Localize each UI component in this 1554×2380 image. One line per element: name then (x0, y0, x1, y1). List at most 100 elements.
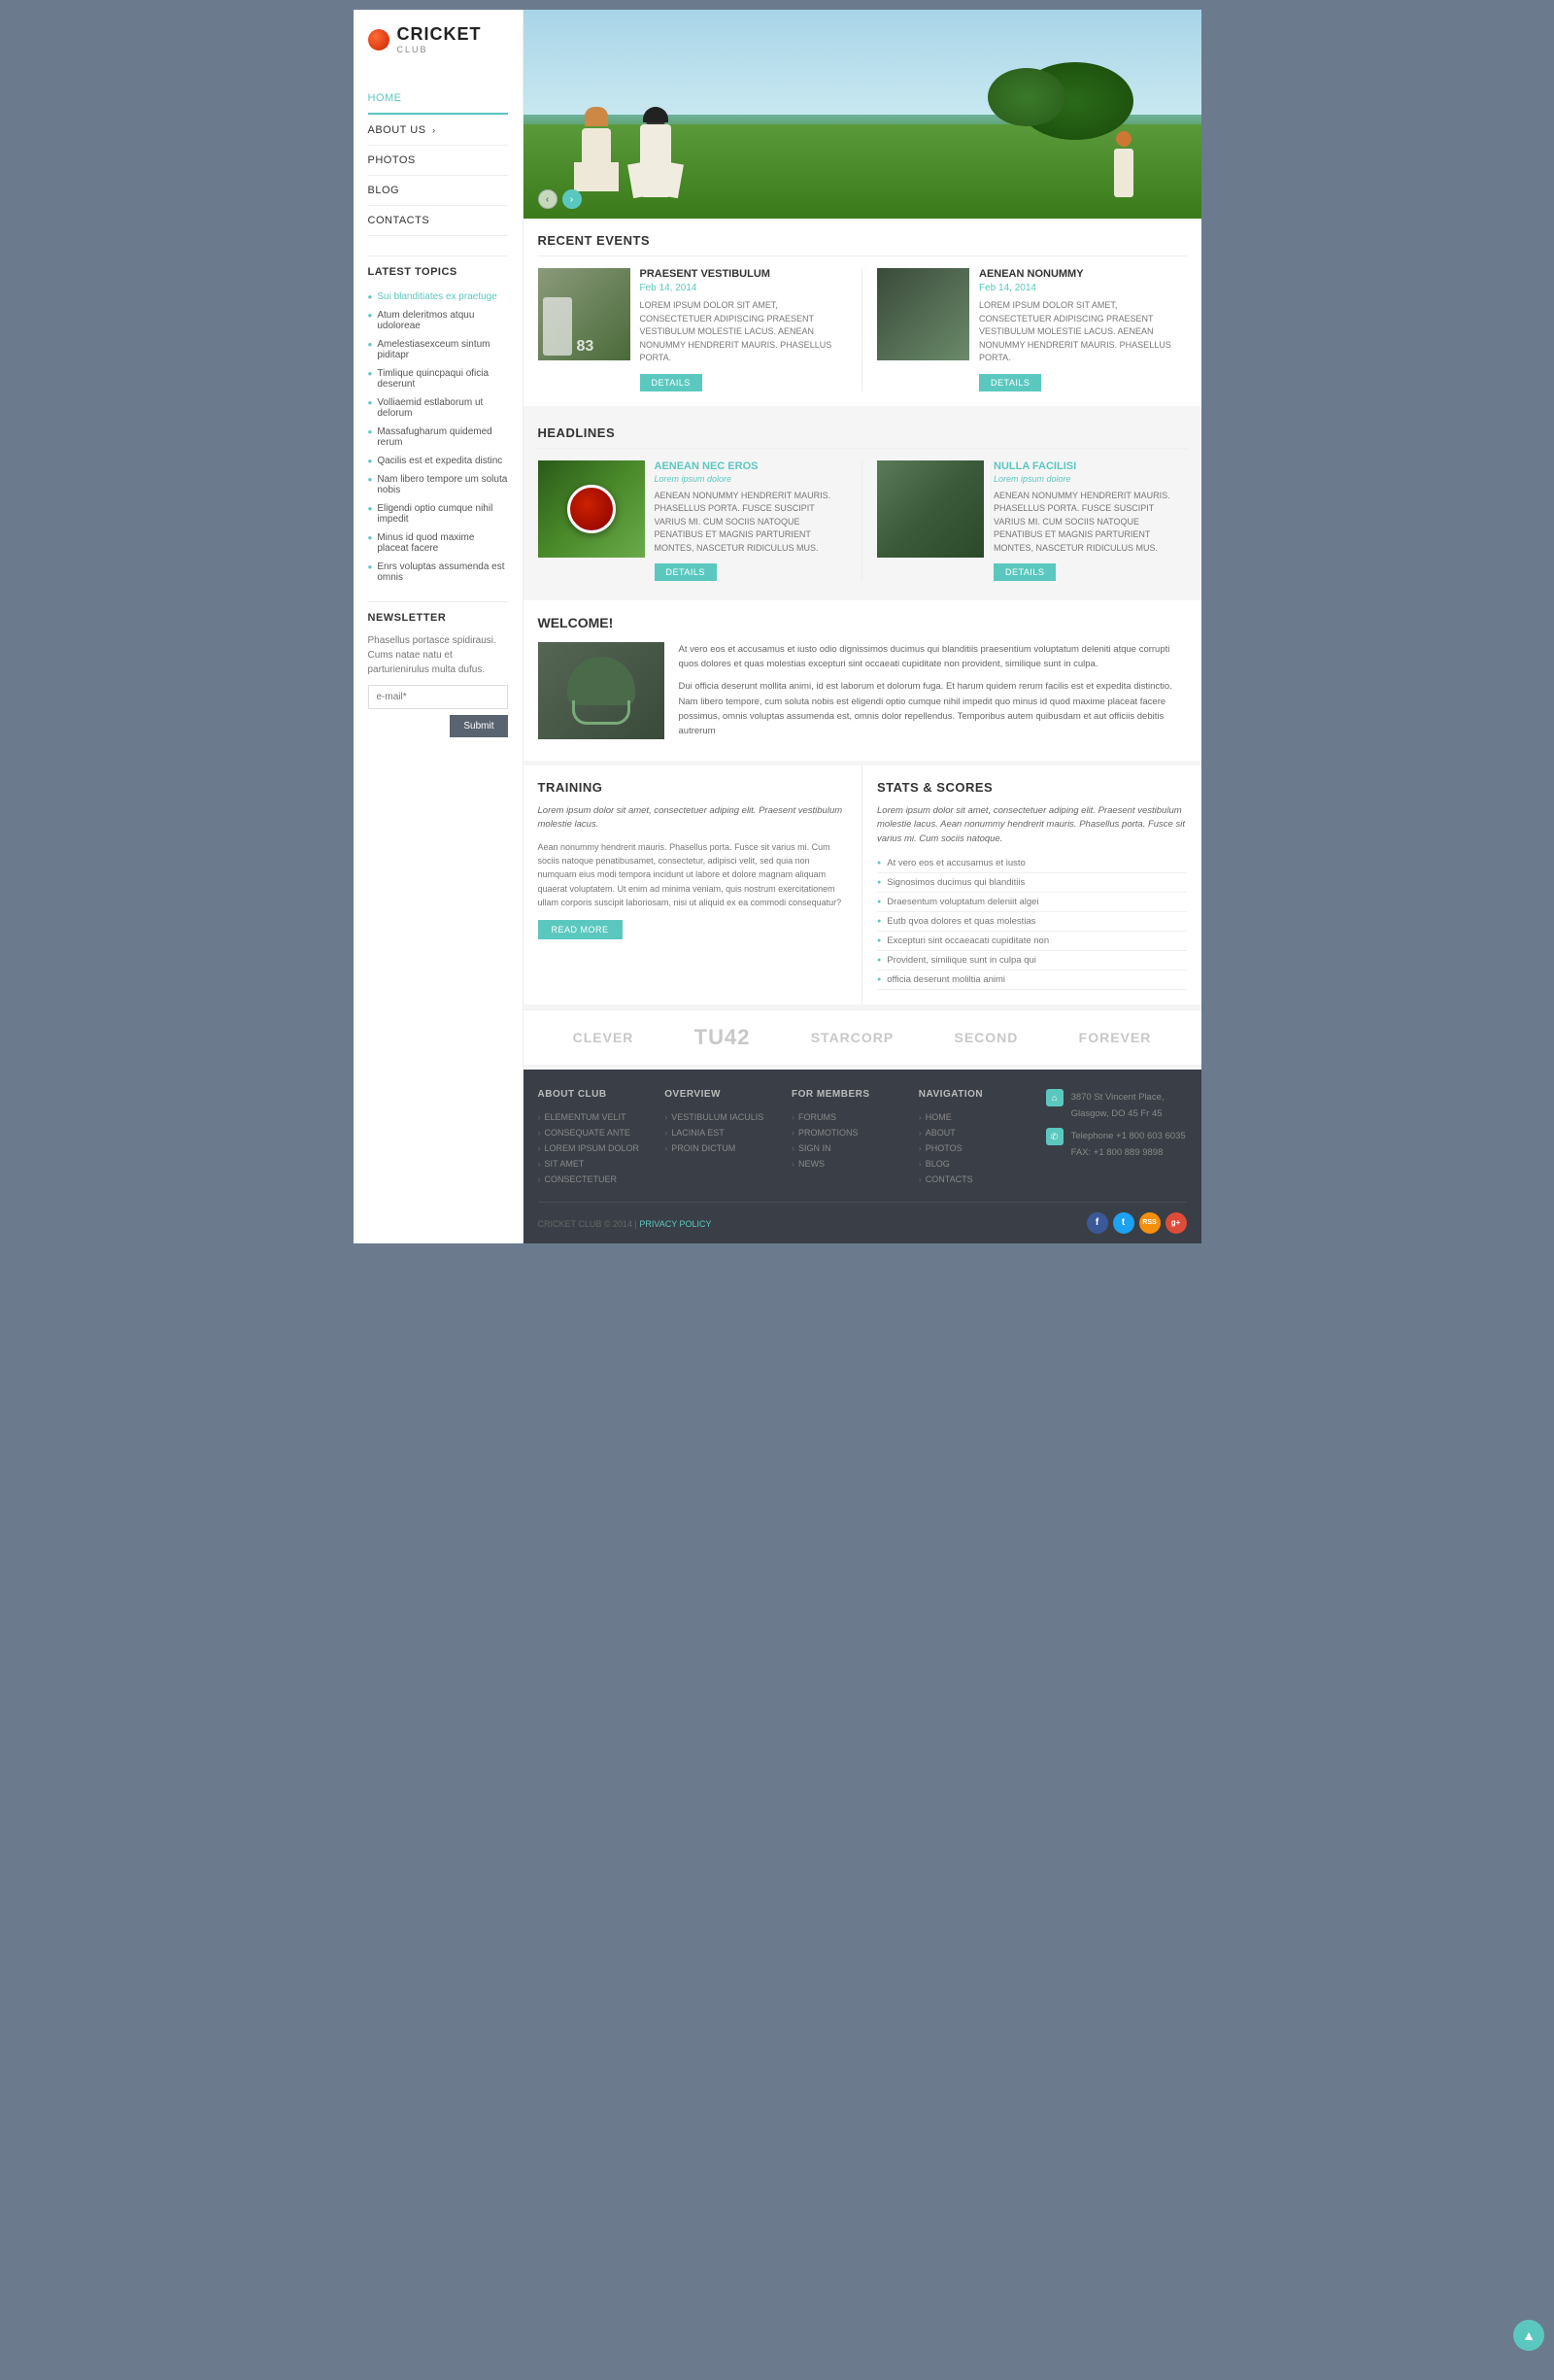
footer-about-item-2[interactable]: LOREM IPSUM DOLOR (538, 1140, 656, 1156)
welcome-text-area: At vero eos et accusamus et iusto odio d… (679, 642, 1187, 746)
slider-next-button[interactable]: › (562, 189, 582, 209)
sponsor-starcorp: STARCORP (811, 1030, 895, 1045)
footer-copyright-text: CRICKET CLUB © 2014 | PRIVACY POLICY (538, 1219, 712, 1229)
newsletter-email-input[interactable] (368, 685, 508, 709)
footer-about-item-0[interactable]: ELEMENTUM VELIT (538, 1109, 656, 1125)
footer-nav-col: NAVIGATION HOME ABOUT PHOTOS BLOG CONTAC… (919, 1089, 1036, 1187)
footer-grid: ABOUT CLUB ELEMENTUM VELIT CONSEQUATE AN… (538, 1089, 1187, 1187)
nav-item-home[interactable]: HOME (368, 84, 508, 116)
stats-item-4: Excepturi sint occaeacati cupiditate non (877, 932, 1187, 951)
privacy-policy-link[interactable]: PRIVACY POLICY (639, 1219, 711, 1229)
footer-contact-col: ⌂ 3870 St Vincent Place, Glasgow, DO 45 … (1046, 1089, 1187, 1187)
newsletter-submit-button[interactable]: Submit (450, 715, 507, 737)
nav-link-contacts[interactable]: CONTACTS (368, 206, 508, 235)
topic-item-2[interactable]: Amelestiasexceum sintum piditapr (368, 335, 508, 364)
headline-image-0 (538, 460, 645, 558)
footer: ABOUT CLUB ELEMENTUM VELIT CONSEQUATE AN… (524, 1070, 1201, 1243)
nav-item-about[interactable]: ABOUT US › (368, 116, 508, 146)
welcome-content: At vero eos et accusamus et iusto odio d… (538, 642, 1187, 746)
topic-item-10[interactable]: Enrs voluptas assumenda est omnis (368, 558, 508, 587)
googleplus-icon[interactable]: g+ (1166, 1212, 1187, 1234)
footer-about-item-3[interactable]: SIT AMET (538, 1156, 656, 1172)
topic-item-5[interactable]: Massafugharum quidemed rerum (368, 423, 508, 452)
headlines-divider (861, 460, 862, 582)
headline-text-0: AENEAN NONUMMY HENDRERIT MAURIS. PHASELL… (655, 490, 848, 556)
headline-details-button-1[interactable]: DETAILS (994, 563, 1056, 581)
topic-item-9[interactable]: Minus id quod maxime placeat facere (368, 528, 508, 558)
nav-item-contacts[interactable]: CONTACTS (368, 206, 508, 236)
facebook-icon[interactable]: f (1087, 1212, 1108, 1234)
footer-phone: Telephone +1 800 603 6035 FAX: +1 800 88… (1071, 1128, 1186, 1161)
topic-item-4[interactable]: Volliaemid estlaborum ut delorum (368, 393, 508, 423)
footer-members-item-2[interactable]: SIGN IN (792, 1140, 909, 1156)
slider-controls: ‹ › (538, 189, 582, 209)
footer-members-item-0[interactable]: FORUMS (792, 1109, 909, 1125)
cricket-ball-icon (368, 29, 389, 51)
footer-members-item-1[interactable]: PROMOTIONS (792, 1125, 909, 1140)
headline-title-0: AENEAN NEC EROS (655, 460, 848, 472)
stats-column: STATS & SCORES Lorem ipsum dolor sit ame… (862, 765, 1201, 1004)
nav-link-photos[interactable]: PHOTOS (368, 146, 508, 175)
topic-item-1[interactable]: Atum deleritmos atquu udoloreae (368, 306, 508, 335)
helmet-graphic (562, 657, 640, 725)
topic-item-6[interactable]: Qacilis est et expedita distinc (368, 452, 508, 470)
nav-link-home[interactable]: HOME (368, 84, 508, 115)
footer-about-item-1[interactable]: CONSEQUATE ANTE (538, 1125, 656, 1140)
event-details-button-1[interactable]: DETAILS (979, 374, 1041, 391)
training-read-more-button[interactable]: READ MORE (538, 920, 623, 939)
rss-icon[interactable]: RSS (1139, 1212, 1161, 1234)
footer-nav-item-2[interactable]: PHOTOS (919, 1140, 1036, 1156)
event-card-1: AENEAN NONUMMY Feb 14, 2014 LOREM IPSUM … (877, 268, 1187, 391)
headline-title-1: NULLA FACILISI (994, 460, 1187, 472)
footer-members-item-3[interactable]: NEWS (792, 1156, 909, 1172)
welcome-section: WELCOME! At vero eos et accusamus et ius… (524, 600, 1201, 761)
welcome-paragraph-1: At vero eos et accusamus et iusto odio d… (679, 642, 1187, 671)
footer-overview-item-1[interactable]: LACINIA EST (664, 1125, 782, 1140)
footer-phone-row: ✆ Telephone +1 800 603 6035 FAX: +1 800 … (1046, 1128, 1187, 1161)
location-icon: ⌂ (1046, 1089, 1064, 1106)
sponsor-forever: FOREVER (1079, 1030, 1152, 1045)
latest-topics-title: LATEST TOPICS (368, 266, 508, 278)
newsletter-description: Phasellus portasce spidirausi. Cums nata… (368, 633, 508, 677)
footer-copyright-area: CRICKET CLUB © 2014 | PRIVACY POLICY (538, 1214, 712, 1232)
nav-link-about[interactable]: ABOUT US › (368, 116, 508, 145)
footer-nav-item-0[interactable]: HOME (919, 1109, 1036, 1125)
player-2 (640, 107, 671, 197)
logo-club-label: CLUB (397, 45, 482, 54)
twitter-icon[interactable]: t (1113, 1212, 1134, 1234)
footer-members-list: FORUMS PROMOTIONS SIGN IN NEWS (792, 1109, 909, 1172)
nav-item-blog[interactable]: BLOG (368, 176, 508, 206)
topic-item-7[interactable]: Nam libero tempore um soluta nobis (368, 470, 508, 499)
headline-image-1 (877, 460, 984, 558)
welcome-title: WELCOME! (538, 615, 1187, 630)
events-divider (861, 268, 862, 391)
nav-link-blog[interactable]: BLOG (368, 176, 508, 205)
slider-prev-button[interactable]: ‹ (538, 189, 557, 209)
event-text-1: LOREM IPSUM DOLOR SIT AMET, CONSECTETUER… (979, 299, 1187, 365)
footer-overview-item-0[interactable]: VESTIBULUM IACULIS (664, 1109, 782, 1125)
nav-item-photos[interactable]: PHOTOS (368, 146, 508, 176)
footer-bottom: CRICKET CLUB © 2014 | PRIVACY POLICY f t… (538, 1202, 1187, 1234)
footer-nav-item-4[interactable]: CONTACTS (919, 1172, 1036, 1187)
hero-slider: ‹ › (524, 10, 1201, 219)
logo-area: CRICKET CLUB (368, 24, 508, 64)
footer-overview-list: VESTIBULUM IACULIS LACINIA EST PROIN DIC… (664, 1109, 782, 1156)
footer-about-item-4[interactable]: CONSECTETUER (538, 1172, 656, 1187)
footer-nav-item-3[interactable]: BLOG (919, 1156, 1036, 1172)
welcome-image (538, 642, 664, 739)
scroll-to-top-button[interactable]: ▲ (1513, 2320, 1544, 2351)
footer-nav-list: HOME ABOUT PHOTOS BLOG CONTACTS (919, 1109, 1036, 1187)
topic-item-0[interactable]: Sui blanditiates ex praetuge (368, 288, 508, 306)
event-details-button-0[interactable]: DETAILS (640, 374, 702, 391)
player-3 (1114, 131, 1133, 197)
sponsor-tu42: TU42 (694, 1025, 751, 1050)
topic-item-8[interactable]: Eligendi optio cumque nihil impedit (368, 499, 508, 528)
footer-address-row: ⌂ 3870 St Vincent Place, Glasgow, DO 45 … (1046, 1089, 1187, 1122)
headlines-section: HEADLINES AENEAN NEC EROS Lorem ipsum do… (524, 411, 1201, 596)
welcome-paragraph-2: Dui officia deserunt mollita animi, id e… (679, 679, 1187, 738)
topic-item-3[interactable]: Timlique quincpaqui oficia deserunt (368, 364, 508, 393)
headline-details-button-0[interactable]: DETAILS (655, 563, 717, 581)
footer-nav-item-1[interactable]: ABOUT (919, 1125, 1036, 1140)
social-icons-group: f t RSS g+ (1087, 1212, 1187, 1234)
footer-overview-item-2[interactable]: PROIN DICTUM (664, 1140, 782, 1156)
